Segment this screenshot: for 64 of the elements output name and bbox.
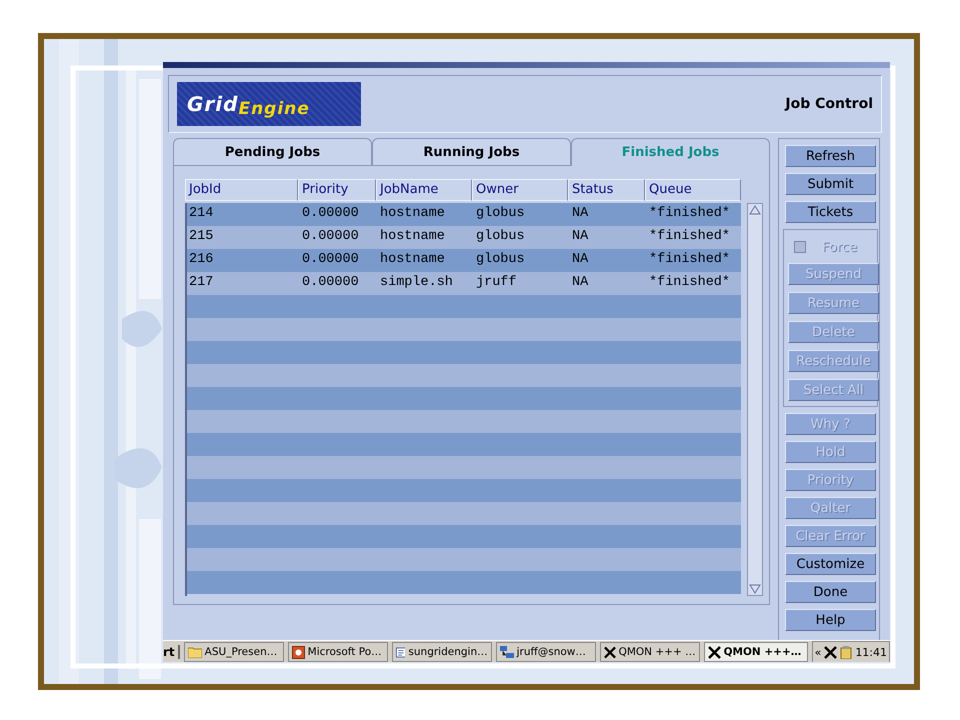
table-cell-text: globus <box>475 205 526 223</box>
column-header[interactable]: Status <box>568 179 645 201</box>
table-cell-text: *finished* <box>648 228 732 246</box>
table-row[interactable]: 215 0.00000 hostname globus NA *finished* <box>187 226 741 249</box>
table-cell-text: *finished* <box>648 205 732 223</box>
computers-icon <box>500 646 514 658</box>
x-icon <box>708 646 721 658</box>
table-cell-text: 217 <box>188 274 214 292</box>
table-cell-text: *finished* <box>648 274 732 292</box>
column-header[interactable]: JobId <box>185 179 298 201</box>
table-cell-text: simple.sh <box>379 274 454 292</box>
table-cell-text: globus <box>475 228 526 246</box>
action-button[interactable]: Refresh <box>785 145 876 167</box>
table-cell-text: jruff <box>475 274 518 292</box>
table-cell-text: 0.00000 <box>301 228 360 246</box>
scrollbar[interactable] <box>747 203 763 596</box>
taskbar-item[interactable]: QMON +++… <box>704 642 808 662</box>
table-cell-text: 214 <box>188 205 214 223</box>
action-button[interactable]: Tickets <box>785 201 876 223</box>
table-cell-text: globus <box>475 251 526 269</box>
table-cell-text: hostname <box>379 228 446 246</box>
table-cell-text: 0.00000 <box>301 251 360 269</box>
x-icon <box>604 646 616 658</box>
column-header[interactable]: Queue <box>645 179 741 201</box>
table-cell-text: NA <box>571 205 590 223</box>
action-button[interactable]: Done <box>785 581 876 603</box>
scroll-up-icon[interactable] <box>748 204 762 216</box>
checkbox-label: Force <box>822 240 858 254</box>
document-icon <box>396 646 406 658</box>
start-button[interactable]: rt <box>163 645 180 659</box>
table-cell-text: hostname <box>379 205 446 223</box>
action-button[interactable]: Submit <box>785 173 876 195</box>
table-cell-text: 215 <box>188 228 214 246</box>
column-header[interactable]: JobName <box>376 179 472 201</box>
clipboard-icon[interactable] <box>840 646 852 658</box>
table-cell-text: NA <box>571 274 590 292</box>
taskbar-item[interactable]: ASU_Presen… <box>184 642 284 662</box>
table-cell-text: 216 <box>188 251 214 269</box>
scroll-down-icon[interactable] <box>748 583 762 595</box>
tab[interactable]: Running Jobs <box>372 138 571 166</box>
panel-title: Job Control <box>785 96 873 112</box>
taskbar-item[interactable]: Microsoft Po… <box>288 642 388 662</box>
table-cell-text: NA <box>571 251 590 269</box>
clock: 11:41 <box>855 646 888 658</box>
column-header[interactable]: Priority <box>298 179 376 201</box>
presentation-icon <box>292 646 305 658</box>
x-icon <box>824 646 838 658</box>
tray-chevron[interactable]: « <box>814 646 822 658</box>
table-cell-text: 0.00000 <box>301 205 360 223</box>
tab[interactable]: Pending Jobs <box>173 138 372 166</box>
taskbar-item[interactable]: jruff@snow… <box>496 642 596 662</box>
taskbar-item[interactable]: QMON +++ … <box>600 642 700 662</box>
table-cell-text: NA <box>571 228 590 246</box>
taskbar-item[interactable]: sungridengin… <box>392 642 492 662</box>
folder-icon <box>188 646 202 658</box>
table-cell-text: *finished* <box>648 251 732 269</box>
table-row[interactable]: 214 0.00000 hostname globus NA *finished* <box>187 203 741 226</box>
table-cell-text: 0.00000 <box>301 274 360 292</box>
table-row[interactable]: 216 0.00000 hostname globus NA *finished* <box>187 249 741 272</box>
action-button[interactable]: Help <box>785 609 876 631</box>
column-header[interactable]: Owner <box>472 179 568 201</box>
table-row[interactable]: 217 0.00000 simple.sh jruff NA *finished* <box>187 272 741 295</box>
action-button[interactable]: Customize <box>785 553 876 575</box>
table-cell-text: hostname <box>379 251 446 269</box>
